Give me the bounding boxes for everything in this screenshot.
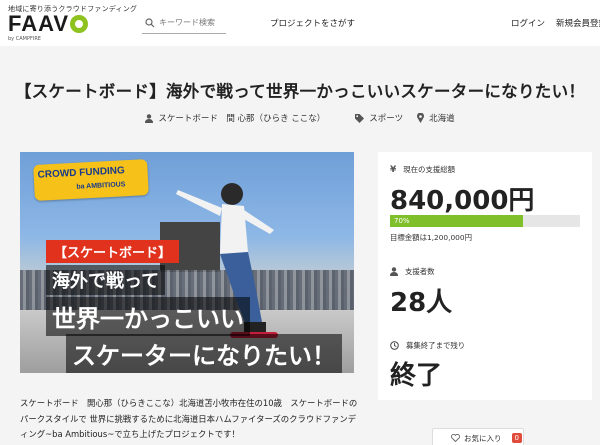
- favorite-button[interactable]: お気に入り 0: [432, 428, 524, 445]
- hero-line-3: スケーターになりたい！: [66, 334, 342, 373]
- funding-stats-card: ¥ 現在の支援総額 840,000円 70% 目標金額は1,200,000円 支…: [378, 152, 592, 400]
- raised-label-row: ¥ 現在の支援総額: [390, 164, 455, 175]
- backers-count: 28人: [390, 288, 453, 318]
- tag-icon: [355, 113, 365, 123]
- site-logo[interactable]: FAAV: [8, 13, 89, 35]
- search-icon: [145, 17, 155, 27]
- user-icon: [390, 267, 398, 276]
- category-label: スポーツ: [369, 114, 404, 124]
- owner-name: スケートボード 間 心那（ひらき ここな）: [158, 114, 326, 124]
- clock-icon: [390, 341, 399, 350]
- location-meta[interactable]: 北海道: [417, 112, 455, 124]
- nav-login[interactable]: ログイン: [511, 17, 545, 29]
- remaining-value: 終了: [390, 361, 443, 391]
- hero-tag: 【スケートボード】: [46, 240, 180, 263]
- logo-sub: by CAMPFIRE: [8, 36, 41, 42]
- remaining-label: 募集終了まで残り: [406, 341, 466, 350]
- cf-logo-sub: ba AMBITIOUS: [76, 181, 126, 191]
- backers-label: 支援者数: [405, 267, 435, 276]
- favorite-count-badge: 0: [511, 433, 522, 443]
- backers-label-row: 支援者数: [390, 266, 435, 277]
- hero-line-1: 海外で戦って: [46, 265, 166, 295]
- cf-logo-text: CROWD FUNDING: [37, 165, 126, 181]
- project-meta: スケートボード 間 心那（ひらき ここな） スポーツ 北海道: [0, 112, 600, 124]
- search-input[interactable]: [159, 18, 223, 27]
- progress-fill: 70%: [390, 215, 523, 227]
- heart-icon: [451, 434, 460, 442]
- location-label: 北海道: [429, 114, 455, 124]
- crowdfunding-logo: CROWD FUNDING ba AMBITIOUS: [33, 159, 149, 201]
- hero-line-2: 世界一かっこいい: [46, 297, 250, 336]
- site-header: 地域に寄り添うクラウドファンディング FAAV by CAMPFIRE プロジェ…: [0, 0, 600, 46]
- search-box[interactable]: [142, 12, 226, 34]
- user-icon: [145, 113, 154, 123]
- nav-find-projects[interactable]: プロジェクトをさがす: [270, 17, 355, 29]
- logo-o-icon: [70, 15, 89, 33]
- yen-icon: ¥: [390, 164, 397, 175]
- favorite-label: お気に入り: [464, 433, 502, 443]
- project-title: 【スケートボード】海外で戦って世界一かっこいいスケーターになりたい！: [14, 82, 586, 101]
- project-hero-image: CROWD FUNDING ba AMBITIOUS 【スケートボード】 海外で…: [20, 152, 354, 373]
- category-meta[interactable]: スポーツ: [355, 112, 403, 124]
- funding-progress-bar: 70%: [390, 215, 580, 227]
- nav-register[interactable]: 新規会員登録: [556, 17, 600, 29]
- goal-amount: 目標金額は1,200,000円: [390, 233, 472, 242]
- raised-amount: 840,000円: [390, 186, 535, 216]
- progress-percent: 70%: [394, 217, 410, 225]
- location-pin-icon: [417, 113, 425, 123]
- raised-label: 現在の支援総額: [403, 165, 456, 174]
- remaining-label-row: 募集終了まで残り: [390, 340, 465, 351]
- owner-meta[interactable]: スケートボード 間 心那（ひらき ここな）: [145, 112, 325, 124]
- project-description: スケートボード 開心那（ひらきここな）北海道苫小牧市在住の10歳 スケートボード…: [20, 398, 358, 439]
